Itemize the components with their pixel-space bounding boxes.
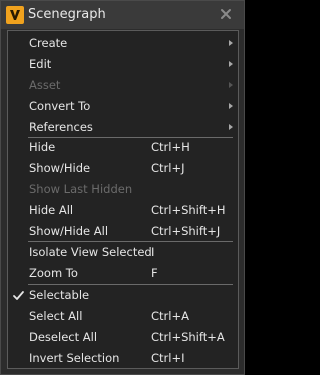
menu-item-selectable[interactable]: Selectable <box>9 285 237 306</box>
menu-item-label: Hide <box>29 140 56 154</box>
menu-item-hide[interactable]: Hide Ctrl+H <box>9 137 237 158</box>
menu-item-label: Selectable <box>29 288 90 302</box>
menu-item-shortcut: Ctrl+H <box>151 140 190 154</box>
menu-item-label: Isolate View Selected <box>29 245 152 259</box>
title-bar: Scenegraph <box>1 1 244 29</box>
submenu-arrow-icon <box>229 124 233 130</box>
scenegraph-window: Scenegraph Create Edit Asset Convert To … <box>0 0 245 375</box>
menu-item-shortcut: I <box>151 245 155 259</box>
menu-item-label: Edit <box>29 57 52 71</box>
submenu-arrow-icon <box>229 82 233 88</box>
menu-item-shortcut: Ctrl+I <box>151 351 185 365</box>
context-menu: Create Edit Asset Convert To References … <box>7 30 239 369</box>
submenu-arrow-icon <box>229 61 233 67</box>
menu-item-label: References <box>29 120 93 134</box>
menu-item-label: Show/Hide <box>29 161 91 175</box>
menu-item-isolate-view-selected[interactable]: Isolate View Selected I <box>9 242 237 263</box>
menu-item-show-hide[interactable]: Show/Hide Ctrl+J <box>9 158 237 179</box>
menu-item-shortcut: Ctrl+Shift+J <box>151 224 221 238</box>
close-icon <box>221 9 231 19</box>
menu-item-references[interactable]: References <box>9 117 237 138</box>
menu-item-label: Zoom To <box>29 266 78 280</box>
submenu-arrow-icon <box>229 103 233 109</box>
menu-item-deselect-all[interactable]: Deselect All Ctrl+Shift+A <box>9 327 237 348</box>
menu-item-edit[interactable]: Edit <box>9 54 237 75</box>
app-logo-icon <box>6 6 24 24</box>
menu-item-label: Show/Hide All <box>29 224 109 238</box>
window-title: Scenegraph <box>28 7 106 22</box>
menu-item-shortcut: Ctrl+Shift+A <box>151 330 225 344</box>
menu-item-zoom-to[interactable]: Zoom To F <box>9 263 237 284</box>
menu-item-show-last-hidden: Show Last Hidden <box>9 179 237 200</box>
menu-item-select-all[interactable]: Select All Ctrl+A <box>9 306 237 327</box>
menu-item-show-hide-all[interactable]: Show/Hide All Ctrl+Shift+J <box>9 221 237 242</box>
menu-item-label: Convert To <box>29 99 91 113</box>
menu-item-label: Create <box>29 36 68 50</box>
menu-item-label: Asset <box>29 78 61 92</box>
submenu-arrow-icon <box>229 40 233 46</box>
menu-item-hide-all[interactable]: Hide All Ctrl+Shift+H <box>9 200 237 221</box>
checkmark-icon <box>13 291 24 300</box>
menu-item-asset: Asset <box>9 75 237 96</box>
menu-item-shortcut: Ctrl+A <box>151 309 189 323</box>
menu-item-convert-to[interactable]: Convert To <box>9 96 237 117</box>
menu-item-shortcut: Ctrl+J <box>151 161 185 175</box>
close-button[interactable] <box>216 4 236 24</box>
menu-item-label: Show Last Hidden <box>29 182 133 196</box>
menu-item-label: Invert Selection <box>29 351 120 365</box>
menu-item-label: Deselect All <box>29 330 98 344</box>
menu-item-create[interactable]: Create <box>9 33 237 54</box>
menu-item-label: Select All <box>29 309 83 323</box>
menu-item-shortcut: F <box>151 266 158 280</box>
menu-item-label: Hide All <box>29 203 74 217</box>
menu-item-shortcut: Ctrl+Shift+H <box>151 203 226 217</box>
menu-item-invert-selection[interactable]: Invert Selection Ctrl+I <box>9 348 237 369</box>
